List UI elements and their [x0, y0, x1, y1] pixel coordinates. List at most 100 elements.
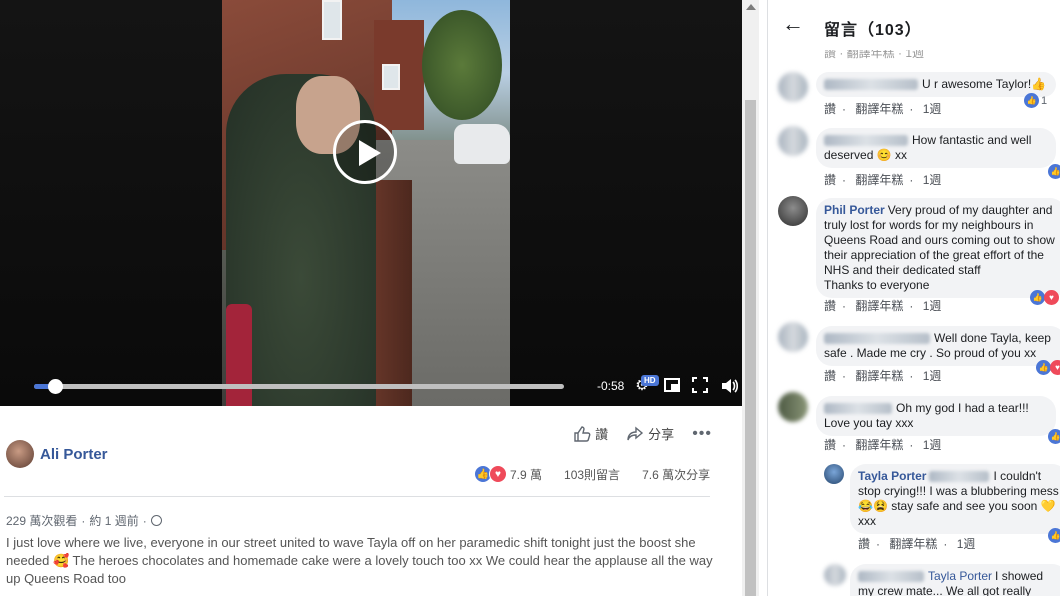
divider — [4, 496, 710, 497]
post-author[interactable]: Ali Porter — [6, 440, 108, 468]
commenter-avatar[interactable] — [778, 322, 808, 352]
commenter-avatar[interactable] — [778, 196, 808, 226]
mentioned-name[interactable]: Tayla Porter — [928, 569, 992, 583]
video-letterbox-left — [0, 0, 222, 406]
bag-image — [226, 304, 252, 406]
comment-actions: 讚 · 翻譯年糕 · 1週 — [824, 438, 942, 452]
comment-bubble: Tayla Porter I couldn't stop crying!!! I … — [850, 464, 1060, 534]
author-name[interactable]: Ali Porter — [40, 446, 108, 463]
comment-reactions[interactable]: 👍 ♥ — [1036, 360, 1060, 375]
commenter-name[interactable] — [824, 135, 908, 147]
comment-time[interactable]: 1週 — [923, 369, 942, 383]
commenter-name[interactable] — [824, 79, 918, 91]
house-image — [374, 20, 424, 130]
like-reaction-icon: 👍 — [1030, 290, 1045, 305]
commenter-avatar[interactable] — [778, 126, 808, 156]
comment-actions: 讚 · 翻譯年糕 · 1週 — [858, 537, 976, 551]
scrollbar-thumb[interactable] — [745, 100, 756, 596]
comment-reactions[interactable]: 👍 — [1048, 528, 1060, 543]
comment-time[interactable]: 1週 — [957, 537, 976, 551]
comment-time[interactable]: 1週 — [923, 438, 942, 452]
avatar[interactable] — [6, 440, 34, 468]
comment-time[interactable]: 1週 — [923, 173, 942, 187]
comment-translate-link[interactable]: 翻譯年糕 — [855, 438, 903, 452]
commenter-avatar[interactable] — [824, 564, 846, 586]
comment-time[interactable]: 1週 — [923, 299, 942, 313]
reactions-count[interactable]: 7.9 萬 — [510, 466, 542, 483]
love-reaction-icon: ♥ — [1044, 290, 1059, 305]
comment-like-link[interactable]: 讚 — [824, 173, 836, 187]
volume-icon[interactable] — [720, 377, 739, 395]
comment-translate-link[interactable]: 翻譯年糕 — [889, 537, 937, 551]
mentioned-name[interactable] — [929, 471, 990, 483]
commenter-name[interactable] — [824, 333, 930, 345]
reactions-icons[interactable]: 👍 ♥ — [474, 465, 508, 483]
commenter-avatar[interactable] — [824, 464, 844, 484]
car-image — [454, 124, 510, 164]
video-progress-bar[interactable] — [34, 379, 564, 394]
post-time[interactable]: 約 1 週前 — [89, 512, 138, 529]
comment-bubble: Phil Porter Very proud of my daughter and… — [816, 198, 1060, 298]
love-reaction-icon: ♥ — [489, 465, 507, 483]
comment-actions: 讚 · 翻譯年糕 · 1週 — [824, 173, 942, 187]
video-letterbox-right — [510, 0, 742, 406]
comment-reactions[interactable]: 👍 ♥ — [1030, 290, 1059, 305]
shares-count[interactable]: 7.6 萬次分享 — [642, 466, 710, 483]
scroll-up-arrow[interactable] — [746, 4, 756, 10]
page-root: -0:58 ⚙ HD 讚 分享 ••• Ali Porter — [0, 0, 1060, 596]
play-icon[interactable] — [333, 120, 397, 184]
pip-icon[interactable] — [663, 377, 681, 395]
comment-translate-link[interactable]: 翻譯年糕 — [855, 173, 903, 187]
like-button[interactable]: 讚 — [573, 424, 608, 443]
comments-count[interactable]: 103則留言 — [564, 466, 620, 483]
comment-reactions[interactable]: 👍 — [1048, 164, 1060, 179]
comment-bubble: Tayla Porter I showed my crew mate... We … — [850, 564, 1060, 596]
comment-actions: 讚 · 翻譯年糕 · 1週 — [824, 102, 942, 116]
comments-title: 留言（103） — [824, 22, 922, 39]
like-label: 讚 — [595, 427, 609, 442]
comment-like-link[interactable]: 讚 — [824, 369, 836, 383]
commenter-name[interactable]: Tayla Porter — [858, 469, 926, 483]
more-icon[interactable]: ••• — [692, 425, 712, 443]
comment-reactions[interactable]: 👍 1 — [1024, 93, 1047, 108]
video-frame — [222, 0, 510, 406]
panel-gap — [759, 0, 767, 596]
comment-like-link[interactable]: 讚 — [824, 102, 836, 116]
hd-badge: HD — [641, 375, 659, 386]
comment-actions: 讚 · 翻譯年糕 · 1週 — [824, 369, 942, 383]
commenter-avatar[interactable] — [778, 72, 808, 102]
comment-bubble: Oh my god I had a tear!!! Love you tay x… — [816, 396, 1056, 436]
comment-bubble: U r awesome Taylor!👍 — [816, 72, 1056, 97]
fullscreen-icon[interactable] — [691, 377, 709, 395]
like-reaction-icon: 👍 — [1024, 93, 1039, 108]
scrollbar[interactable] — [742, 0, 759, 596]
commenter-name[interactable] — [858, 571, 924, 583]
comment-reactions[interactable]: 👍 — [1048, 429, 1060, 444]
comment-like-link[interactable]: 讚 — [858, 537, 870, 551]
commenter-name[interactable] — [824, 403, 892, 415]
share-button[interactable]: 分享 — [626, 424, 674, 443]
comment-text: U r awesome Taylor!👍 — [922, 77, 1047, 91]
comment-like-link[interactable]: 讚 — [824, 438, 836, 452]
video-player[interactable]: -0:58 ⚙ HD — [0, 0, 742, 406]
commenter-avatar[interactable] — [778, 392, 808, 422]
comment-translate-link[interactable]: 翻譯年糕 — [855, 369, 903, 383]
comment-actions: 讚 · 翻譯年糕 · 1週 — [824, 299, 942, 313]
share-label: 分享 — [648, 427, 675, 442]
like-icon — [574, 425, 591, 442]
post-meta: 229 萬次觀看 · 約 1 週前 · — [6, 512, 162, 529]
commenter-name[interactable]: Phil Porter — [824, 203, 885, 217]
like-reaction-icon: 👍 — [1036, 360, 1051, 375]
comment-translate-link[interactable]: 翻譯年糕 — [855, 102, 903, 116]
post-description: I just love where we live, everyone in o… — [6, 535, 713, 586]
post-stats: 👍 ♥ 7.9 萬 103則留言 7.6 萬次分享 — [474, 465, 710, 483]
post-details: 讚 分享 ••• Ali Porter 👍 ♥ 7.9 萬 103則留言 7.6… — [0, 406, 742, 596]
comments-header: ← 留言（103） — [768, 0, 1060, 50]
comment-reaction-count: 1 — [1041, 94, 1048, 107]
comment-like-link[interactable]: 讚 — [824, 299, 836, 313]
comment-bubble: Well done Tayla, keep safe . Made me cry… — [816, 326, 1060, 366]
comment-translate-link[interactable]: 翻譯年糕 — [855, 299, 903, 313]
back-arrow-icon[interactable]: ← — [782, 12, 804, 36]
comment-time[interactable]: 1週 — [923, 102, 942, 116]
comments-panel: ← 留言（103） 讚 · 翻譯年糕 · 1週 U r awesome Tayl… — [767, 0, 1060, 596]
